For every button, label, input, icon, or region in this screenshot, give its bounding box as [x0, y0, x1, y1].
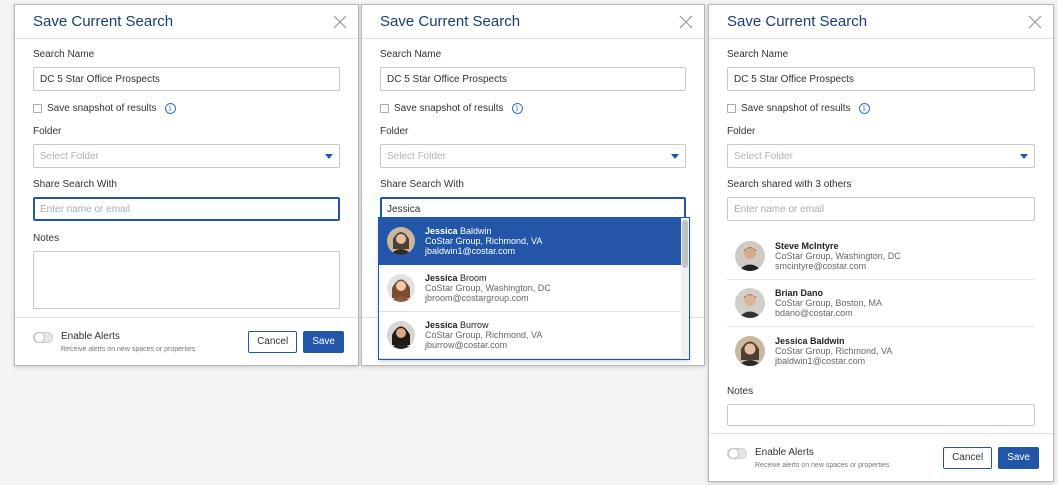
dialog-title: Save Current Search — [33, 13, 174, 30]
suggestion-first-name: Jessica — [425, 226, 458, 236]
avatar — [387, 274, 415, 302]
snapshot-label: Save snapshot of results — [47, 103, 157, 114]
alerts-title: Enable Alerts — [61, 330, 120, 342]
dialog-footer: Enable Alerts Receive alerts on new spac… — [15, 317, 358, 365]
share-suggestions-dropdown: Jessica Baldwin CoStar Group, Richmond, … — [378, 217, 690, 360]
snapshot-row: Save snapshot of results i — [33, 103, 340, 114]
folder-select[interactable]: Select Folder — [33, 144, 340, 168]
suggestion-org: CoStar Group, Richmond, VA — [425, 236, 543, 246]
suggestion-email: jburrow@costar.com — [425, 340, 508, 350]
suggestion-org: CoStar Group, Richmond, VA — [425, 330, 543, 340]
share-input[interactable] — [33, 197, 340, 221]
avatar — [735, 335, 765, 366]
save-button[interactable]: Save — [303, 330, 344, 353]
avatar — [735, 288, 765, 318]
share-input[interactable] — [727, 197, 1035, 221]
shared-person-org: CoStar Group, Boston, MA — [775, 298, 883, 308]
search-name-label: Search Name — [380, 49, 442, 60]
search-name-input[interactable] — [33, 67, 340, 91]
alerts-toggle[interactable] — [33, 331, 53, 343]
chevron-down-icon — [671, 153, 679, 159]
search-name-input[interactable] — [380, 67, 686, 91]
dialog-header: Save Current Search — [362, 5, 704, 39]
snapshot-row: Save snapshot of results i — [727, 103, 1035, 114]
dialog-footer: Enable Alerts Receive alerts on new spac… — [709, 433, 1053, 481]
close-icon[interactable] — [332, 14, 348, 30]
close-icon[interactable] — [678, 14, 694, 30]
dialog-title: Save Current Search — [380, 13, 521, 30]
shared-person-name: Jessica Baldwin — [775, 335, 845, 346]
share-label: Share Search With — [380, 179, 464, 190]
shared-person[interactable]: Brian Dano CoStar Group, Boston, MA bdan… — [727, 280, 1035, 327]
suggestion-email: jbaldwin1@costar.com — [425, 246, 516, 256]
shared-person-org: CoStar Group, Richmond, VA — [775, 345, 893, 356]
shared-person-name: Brian Dano — [775, 288, 824, 298]
snapshot-checkbox[interactable] — [727, 104, 736, 113]
notes-label: Notes — [33, 233, 60, 244]
snapshot-checkbox[interactable] — [380, 104, 389, 113]
save-button[interactable]: Save — [998, 446, 1039, 469]
save-search-dialog-3: Save Current Search Search Name Save sna… — [708, 4, 1054, 482]
shared-person-email: smcintyre@costar.com — [775, 261, 867, 271]
shared-person-email: jbaldwin1@costar.com — [775, 355, 866, 366]
notes-label: Notes — [727, 386, 754, 397]
folder-label: Folder — [380, 126, 409, 137]
dialog-header: Save Current Search — [15, 5, 358, 39]
info-icon[interactable]: i — [858, 103, 870, 114]
search-name-input[interactable] — [727, 67, 1035, 91]
suggestion-item[interactable]: Jessica Broom CoStar Group, Washington, … — [379, 265, 689, 312]
chevron-down-icon — [325, 153, 333, 159]
suggestion-last-name: Broom — [457, 273, 487, 283]
share-label: Share Search With — [33, 179, 117, 190]
shared-person-org: CoStar Group, Washington, DC — [775, 251, 901, 261]
snapshot-row: Save snapshot of results i — [380, 103, 686, 114]
suggestion-item[interactable]: Jessica Baldwin CoStar Group, Richmond, … — [379, 218, 681, 265]
notes-textarea[interactable] — [33, 251, 340, 309]
search-name-label: Search Name — [727, 49, 789, 60]
suggestion-first-name: Jessica — [425, 320, 458, 330]
folder-select[interactable]: Select Folder — [380, 144, 686, 168]
shared-person-name: Steve McIntyre — [775, 241, 839, 251]
save-search-dialog-2: Save Current Search Search Name Save sna… — [361, 4, 705, 366]
alerts-title: Enable Alerts — [755, 446, 814, 458]
alerts-subtitle: Receive alerts on new spaces or properti… — [61, 345, 196, 353]
shared-person[interactable]: Steve McIntyre CoStar Group, Washington,… — [727, 233, 1035, 280]
folder-select[interactable]: Select Folder — [727, 144, 1035, 168]
shared-people-list: Steve McIntyre CoStar Group, Washington,… — [727, 233, 1035, 374]
notes-textarea[interactable] — [727, 404, 1035, 426]
search-name-label: Search Name — [33, 49, 95, 60]
snapshot-label: Save snapshot of results — [394, 103, 504, 114]
shared-person[interactable]: Jessica Baldwin CoStar Group, Richmond, … — [727, 327, 1035, 374]
alerts-toggle[interactable] — [727, 447, 747, 459]
cancel-button[interactable]: Cancel — [943, 446, 993, 469]
info-icon[interactable]: i — [511, 103, 523, 114]
suggestion-last-name: Burrow — [457, 320, 489, 330]
avatar — [387, 227, 415, 255]
chevron-down-icon — [1020, 153, 1028, 159]
avatar — [735, 241, 765, 271]
shared-person-email: bdano@costar.com — [775, 308, 853, 318]
folder-label: Folder — [727, 126, 756, 137]
folder-select-placeholder: Select Folder — [387, 150, 446, 162]
save-search-dialog-1: Save Current Search Search Name Save sna… — [14, 4, 359, 366]
dialog-header: Save Current Search — [709, 5, 1053, 39]
folder-select-placeholder: Select Folder — [40, 150, 99, 162]
close-icon[interactable] — [1027, 14, 1043, 30]
snapshot-checkbox[interactable] — [33, 104, 42, 113]
dropdown-scrollbar[interactable] — [681, 218, 689, 359]
suggestion-last-name: Baldwin — [457, 226, 492, 236]
snapshot-label: Save snapshot of results — [741, 103, 851, 114]
folder-label: Folder — [33, 126, 62, 137]
cancel-button[interactable]: Cancel — [248, 330, 298, 353]
info-icon[interactable]: i — [164, 103, 176, 114]
folder-select-placeholder: Select Folder — [734, 150, 793, 162]
avatar — [387, 321, 415, 349]
suggestion-email: jbroom@costargroup.com — [425, 293, 529, 303]
suggestion-first-name: Jessica — [425, 273, 458, 283]
dialog-title: Save Current Search — [727, 13, 868, 30]
alerts-subtitle: Receive alerts on new spaces or properti… — [755, 461, 890, 469]
suggestion-org: CoStar Group, Washington, DC — [425, 283, 551, 293]
shared-with-label: Search shared with 3 others — [727, 179, 852, 190]
suggestion-item[interactable]: Jessica Burrow CoStar Group, Richmond, V… — [379, 312, 689, 359]
